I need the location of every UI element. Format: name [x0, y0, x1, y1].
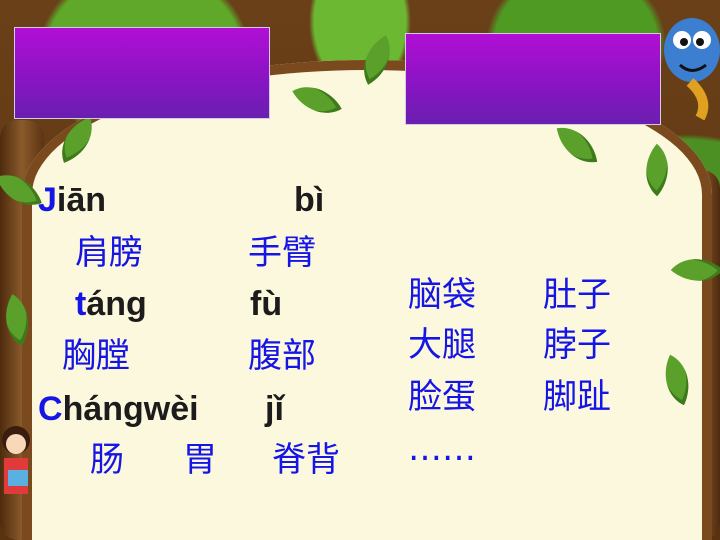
- word-toe: 脚趾: [543, 377, 611, 417]
- pinyin-fu: fù: [250, 285, 283, 323]
- pinyin-rest: áng: [86, 285, 147, 323]
- cartoon-mascot-icon: [664, 18, 720, 120]
- word-thigh: 大腿: [408, 325, 476, 365]
- word-head: 脑袋: [408, 275, 476, 315]
- word-chest: 胸膛: [62, 336, 130, 376]
- pinyin-changwei: Chángwèi: [38, 392, 199, 426]
- word-belly: 肚子: [543, 275, 611, 315]
- pinyin-initial: J: [38, 181, 57, 219]
- word-shoulder: 肩膀: [75, 233, 143, 273]
- pinyin-tang: táng: [75, 287, 147, 321]
- title-box-right: [405, 33, 661, 125]
- word-neck: 脖子: [543, 325, 611, 365]
- cartoon-girl-icon: [2, 426, 30, 494]
- word-face: 脸蛋: [408, 377, 476, 417]
- word-abdomen: 腹部: [248, 336, 316, 376]
- pinyin-rest: hángwèi: [62, 390, 199, 428]
- word-arm: 手臂: [248, 233, 316, 273]
- ellipsis: ……: [408, 429, 476, 469]
- pinyin-initial: C: [38, 390, 63, 428]
- title-box-left: [14, 27, 270, 119]
- slide: Jiān bì 肩膀 手臂 táng fù 胸膛 腹部 Chángwèi jǐ …: [0, 0, 720, 540]
- word-stomach: 胃: [183, 440, 217, 480]
- pinyin-initial: t: [75, 285, 87, 323]
- pinyin-jian: Jiān: [38, 183, 106, 217]
- pinyin-rest: iān: [56, 181, 107, 219]
- word-back: 脊背: [272, 440, 340, 480]
- pinyin-ji: jǐ: [265, 390, 284, 428]
- word-intestine: 肠: [90, 440, 124, 480]
- pinyin-bi: bì: [294, 181, 325, 219]
